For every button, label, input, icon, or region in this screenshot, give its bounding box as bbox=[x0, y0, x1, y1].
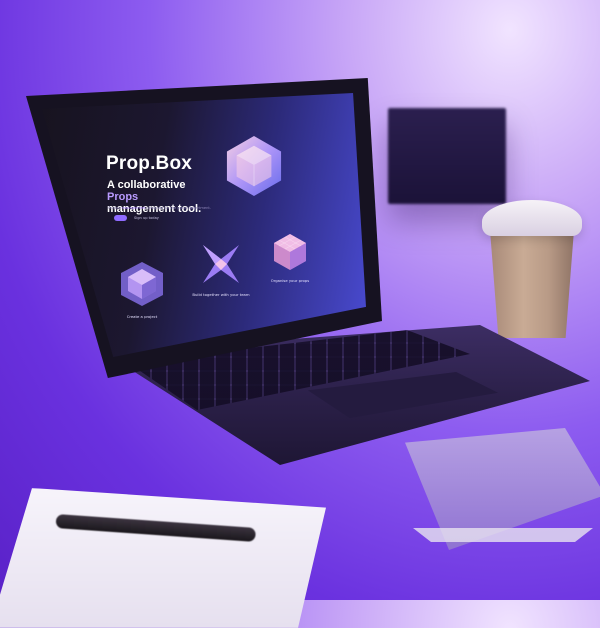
feature-label-create: Create a project bbox=[126, 314, 158, 319]
gem-cube-icon bbox=[121, 262, 163, 306]
feature-label-organise: Organise your props bbox=[270, 278, 310, 283]
headline-part1: A collaborative bbox=[107, 179, 186, 191]
desc-part2: designed for the props department. bbox=[145, 206, 211, 210]
feature-build-together: Build together with your team bbox=[190, 243, 252, 297]
hero-cube-icon bbox=[226, 136, 282, 196]
primary-cta-button[interactable] bbox=[114, 215, 127, 221]
notebook-pages bbox=[413, 528, 593, 542]
coffee-cup bbox=[482, 200, 582, 338]
notepad bbox=[0, 488, 326, 628]
brand-logo: Prop.Box bbox=[106, 153, 193, 174]
hero-description: Project management designed for the prop… bbox=[108, 206, 211, 210]
signup-link[interactable]: Sign up today bbox=[134, 216, 159, 220]
coffee-cup-body bbox=[490, 230, 574, 338]
headline-accent: Props bbox=[107, 191, 139, 203]
grid-cube-icon bbox=[274, 234, 306, 270]
star-shape-icon bbox=[203, 245, 239, 283]
background-cube bbox=[388, 108, 506, 204]
desc-part1: Project bbox=[108, 206, 122, 210]
desc-accent: management bbox=[121, 206, 146, 210]
desk-scene: Prop.Box A collaborative Props managemen… bbox=[0, 0, 600, 628]
feature-organise-props: Organise your props bbox=[266, 233, 314, 283]
coffee-cup-lid bbox=[482, 200, 582, 236]
feature-label-build: Build together with your team bbox=[192, 292, 250, 297]
feature-create-project: Create a project bbox=[112, 261, 172, 319]
